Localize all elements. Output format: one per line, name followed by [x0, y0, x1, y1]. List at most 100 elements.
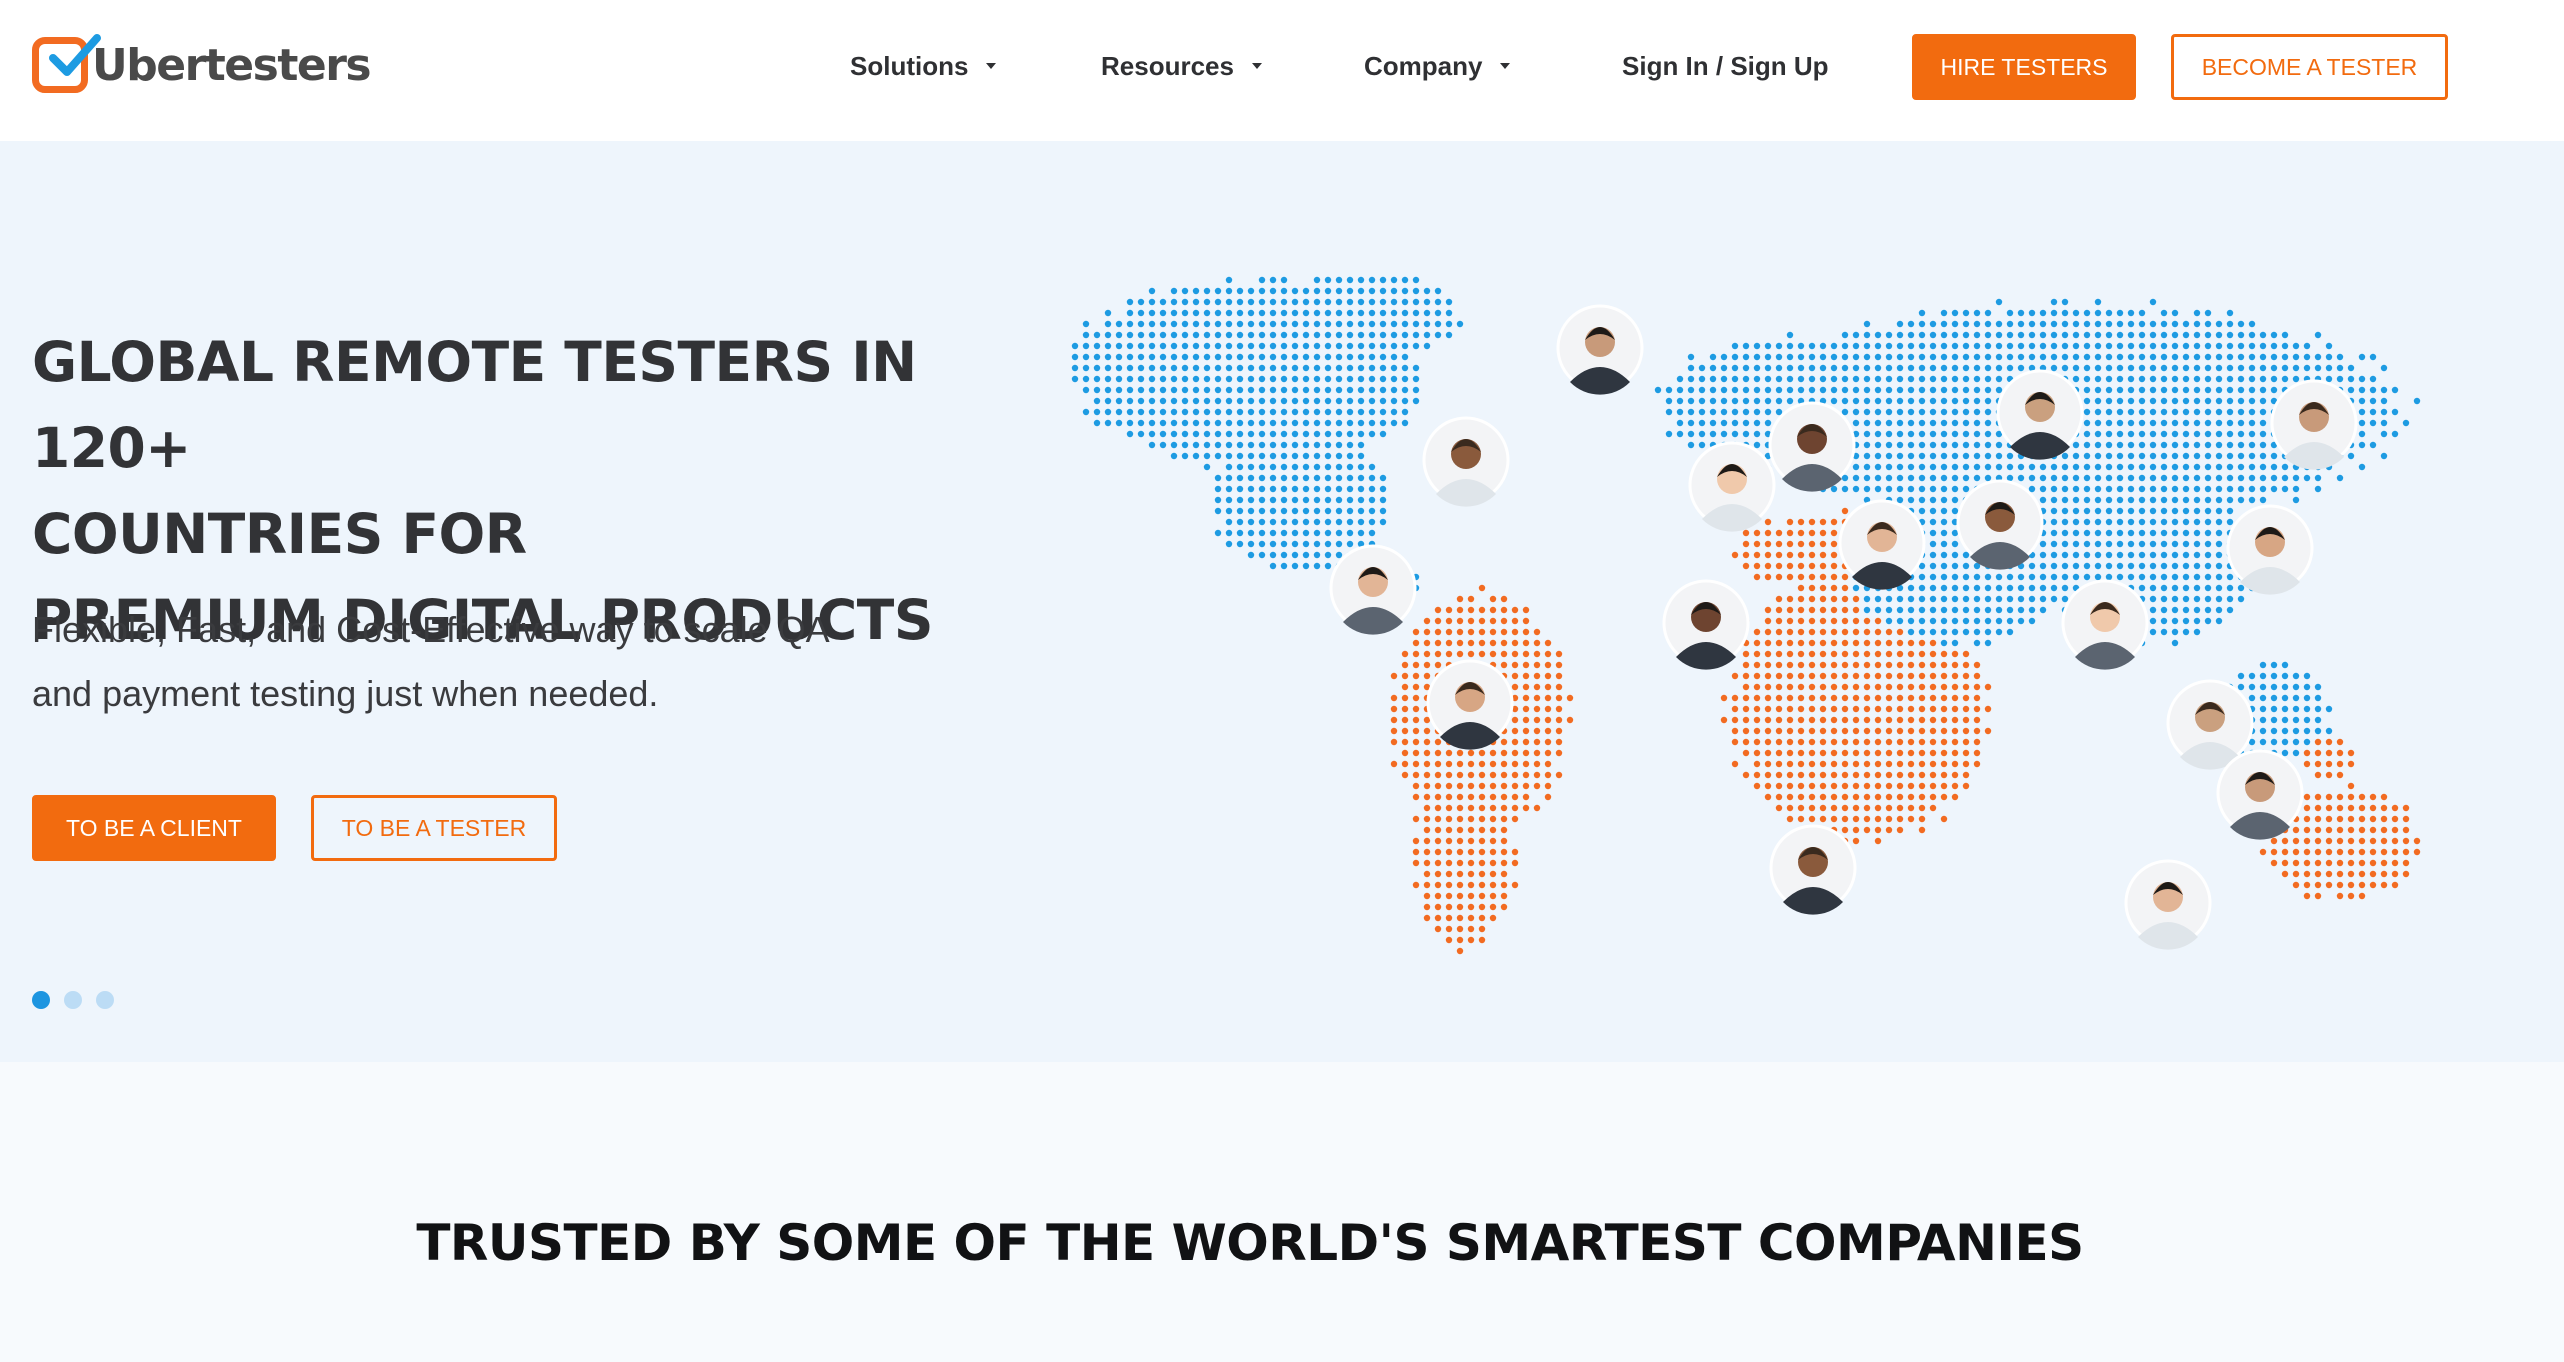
map-dot: [2204, 540, 2212, 548]
map-dot: [1379, 408, 1387, 416]
map-dot: [1302, 474, 1310, 482]
map-dot: [1907, 628, 1915, 636]
map-dot: [2094, 463, 2102, 471]
map-dot: [1797, 375, 1805, 383]
map-dot: [2083, 474, 2091, 482]
map-dot: [2281, 353, 2289, 361]
map-dot: [2061, 485, 2069, 493]
map-dot: [1368, 353, 1376, 361]
map-dot: [1885, 694, 1893, 702]
map-dot: [1929, 353, 1937, 361]
map-dot: [1247, 529, 1255, 537]
map-dot: [1434, 804, 1442, 812]
map-dot: [2083, 518, 2091, 526]
map-dot: [2006, 331, 2014, 339]
map-dot: [2138, 386, 2146, 394]
map-dot: [1478, 925, 1486, 933]
map-dot: [1511, 848, 1519, 856]
map-dot: [1247, 518, 1255, 526]
map-dot: [1324, 463, 1332, 471]
map-dot: [2149, 507, 2157, 515]
nav-company[interactable]: Company: [1364, 51, 1511, 82]
map-dot: [1137, 408, 1145, 416]
map-dot: [1841, 650, 1849, 658]
map-dot: [1225, 441, 1233, 449]
map-dot: [1973, 441, 1981, 449]
map-dot: [1511, 815, 1519, 823]
map-dot: [2171, 430, 2179, 438]
map-dot: [1225, 342, 1233, 350]
map-dot: [2270, 364, 2278, 372]
signin-link[interactable]: Sign In / Sign Up: [1622, 51, 1829, 82]
logo[interactable]: Ubertesters: [32, 34, 372, 96]
map-dot: [1335, 463, 1343, 471]
map-dot: [1830, 683, 1838, 691]
map-dot: [1247, 353, 1255, 361]
map-dot: [1390, 738, 1398, 746]
map-dot: [1445, 309, 1453, 317]
become-tester-button[interactable]: BECOME A TESTER: [2171, 34, 2448, 100]
map-dot: [1423, 639, 1431, 647]
hire-testers-button[interactable]: HIRE TESTERS: [1912, 34, 2136, 100]
map-dot: [1346, 507, 1354, 515]
map-dot: [1269, 441, 1277, 449]
map-dot: [1302, 430, 1310, 438]
map-dot: [2237, 584, 2245, 592]
map-dot: [1874, 386, 1882, 394]
map-dot: [1214, 485, 1222, 493]
map-dot: [2039, 331, 2047, 339]
slider-dot-3[interactable]: [96, 991, 114, 1009]
map-dot: [1764, 518, 1772, 526]
nav-solutions[interactable]: Solutions: [850, 51, 997, 82]
map-dot: [1324, 364, 1332, 372]
map-dot: [2028, 562, 2036, 570]
map-dot: [2303, 881, 2311, 889]
map-dot: [1401, 419, 1409, 427]
map-dot: [1346, 485, 1354, 493]
map-dot: [1797, 815, 1805, 823]
map-dot: [2325, 771, 2333, 779]
map-dot: [1478, 804, 1486, 812]
map-dot: [1357, 386, 1365, 394]
map-dot: [1192, 342, 1200, 350]
map-dot: [1302, 551, 1310, 559]
map-dot: [2160, 474, 2168, 482]
slider-dot-1[interactable]: [32, 991, 50, 1009]
map-dot: [1544, 738, 1552, 746]
to-be-client-button[interactable]: TO BE A CLIENT: [32, 795, 276, 861]
map-dot: [1412, 287, 1420, 295]
map-dot: [1951, 661, 1959, 669]
map-dot: [1731, 419, 1739, 427]
map-dot: [1291, 474, 1299, 482]
map-dot: [2039, 463, 2047, 471]
map-dot: [1786, 617, 1794, 625]
map-dot: [1940, 595, 1948, 603]
map-dot: [2204, 331, 2212, 339]
map-dot: [1192, 397, 1200, 405]
map-dot: [2215, 320, 2223, 328]
map-dot: [1401, 331, 1409, 339]
map-dot: [2314, 793, 2322, 801]
nav-resources[interactable]: Resources: [1101, 51, 1262, 82]
to-be-tester-button[interactable]: TO BE A TESTER: [311, 795, 557, 861]
map-dot: [1346, 430, 1354, 438]
map-dot: [2116, 496, 2124, 504]
map-dot: [1918, 727, 1926, 735]
map-dot: [1445, 617, 1453, 625]
map-dot: [1863, 463, 1871, 471]
map-dot: [2259, 452, 2267, 460]
map-dot: [1258, 419, 1266, 427]
map-dot: [1709, 386, 1717, 394]
map-dot: [1918, 573, 1926, 581]
map-dot: [1258, 441, 1266, 449]
map-dot: [2204, 474, 2212, 482]
map-dot: [1929, 573, 1937, 581]
map-dot: [1313, 309, 1321, 317]
map-dot: [1808, 804, 1816, 812]
slider-dot-2[interactable]: [64, 991, 82, 1009]
map-dot: [2006, 595, 2014, 603]
map-dot: [1522, 639, 1530, 647]
map-dot: [2116, 551, 2124, 559]
map-dot: [1863, 672, 1871, 680]
map-dot: [1467, 771, 1475, 779]
